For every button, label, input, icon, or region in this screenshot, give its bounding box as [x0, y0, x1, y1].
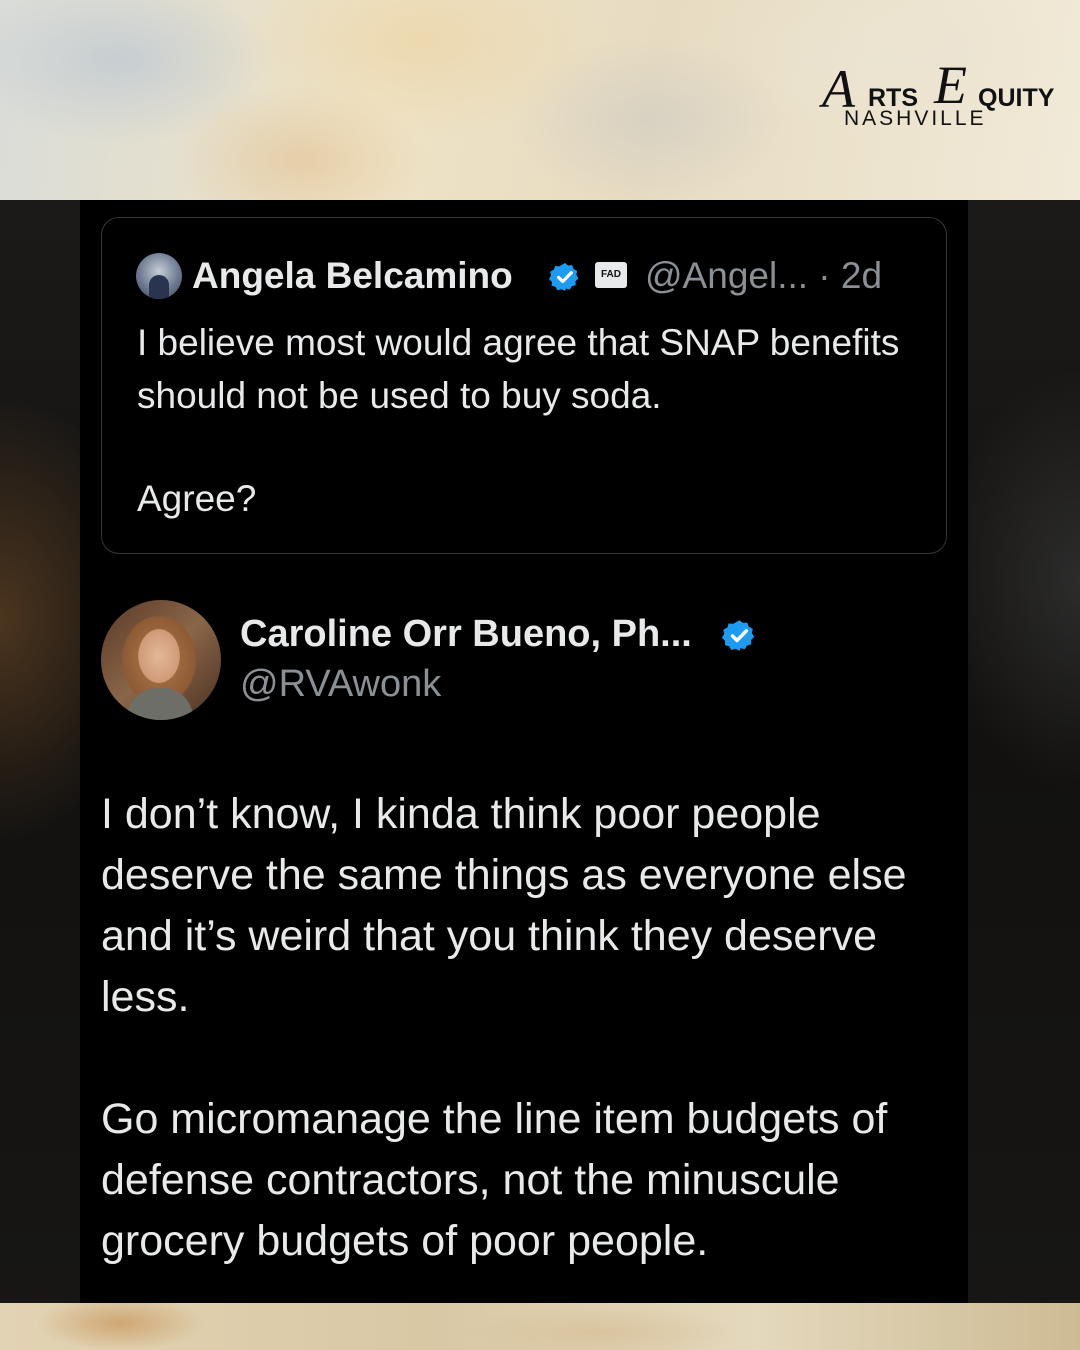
- quoted-tweet-text-2: Agree?: [137, 478, 257, 519]
- arts-equity-nashville-logo: A RTS E QUITY NASHVILLE: [822, 58, 1058, 134]
- verified-badge-icon: [549, 263, 579, 291]
- quoted-author-avatar[interactable]: [136, 253, 182, 299]
- author-name[interactable]: Caroline Orr Bueno, Ph...: [240, 610, 692, 658]
- logo-word-equity: QUITY: [978, 84, 1055, 112]
- tweet-text-2: Go micromanage the line item budgets of …: [101, 1095, 888, 1265]
- affiliate-flag-badge: FAD: [595, 262, 627, 288]
- quoted-handle-and-time[interactable]: @Angel... · 2d: [645, 252, 882, 300]
- quoted-author-name[interactable]: Angela Belcamino: [192, 252, 513, 300]
- tweet-text: I don’t know, I kinda think poor people …: [101, 790, 907, 1021]
- author-avatar[interactable]: [101, 600, 221, 720]
- textured-footer-background: [0, 1303, 1080, 1350]
- logo-script-e: E: [934, 55, 967, 115]
- quoted-tweet-text: I believe most would agree that SNAP ben…: [137, 322, 900, 416]
- author-handle[interactable]: @RVAwonk: [240, 660, 441, 708]
- verified-badge-icon: [722, 620, 755, 651]
- logo-word-nashville: NASHVILLE: [844, 107, 987, 130]
